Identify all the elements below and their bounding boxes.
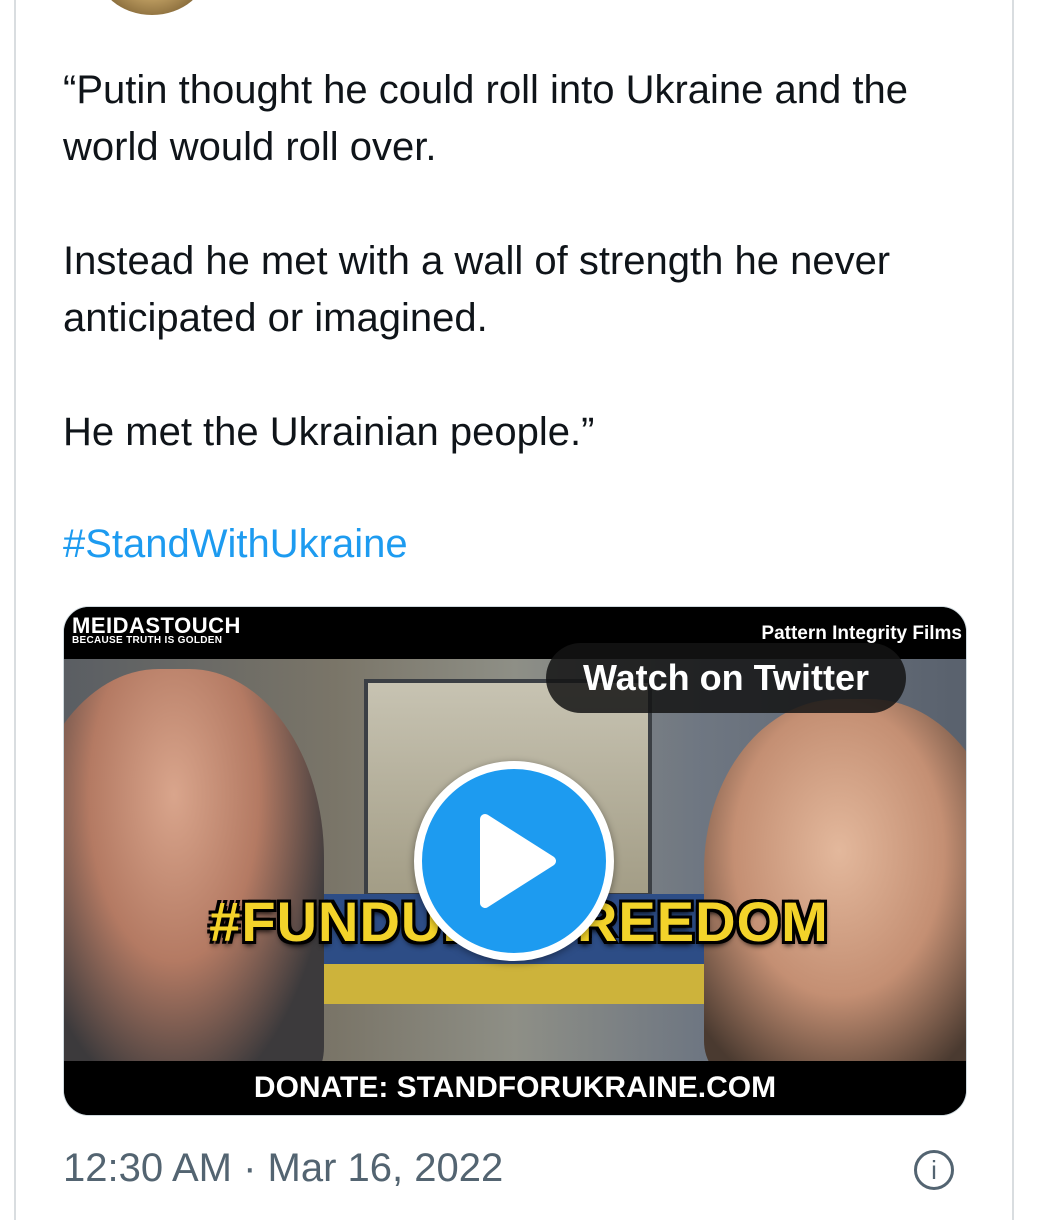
tweet-paragraph-2: Instead he met with a wall of strength h… <box>63 239 891 340</box>
play-icon <box>480 814 556 908</box>
info-icon[interactable]: i <box>914 1150 954 1190</box>
tweet-timestamp[interactable]: 12:30 AM · Mar 16, 2022 <box>63 1140 503 1196</box>
tweet-text: “Putin thought he could roll into Ukrain… <box>63 62 983 461</box>
person-left <box>64 669 324 1089</box>
play-button[interactable] <box>414 761 614 961</box>
video-player[interactable]: #FUNDUK NFREEDOM MEIDASTOUCH BECAUSE TRU… <box>63 606 967 1116</box>
brand-logo: MEIDASTOUCH <box>72 613 241 638</box>
donate-banner: DONATE: STANDFORUKRAINE.COM <box>64 1061 966 1115</box>
tweet-paragraph-1: “Putin thought he could roll into Ukrain… <box>63 68 908 169</box>
watch-on-twitter-label: Watch on Twitter <box>583 657 869 698</box>
hashtag-link[interactable]: #StandWithUkraine <box>63 516 408 573</box>
tweet-paragraph-3: He met the Ukrainian people.” <box>63 410 595 454</box>
watch-on-twitter-button[interactable]: Watch on Twitter <box>546 643 906 713</box>
brand-tagline: BECAUSE TRUTH IS GOLDEN <box>72 635 223 646</box>
film-credit: Pattern Integrity Films <box>761 623 962 644</box>
avatar[interactable] <box>96 0 208 15</box>
